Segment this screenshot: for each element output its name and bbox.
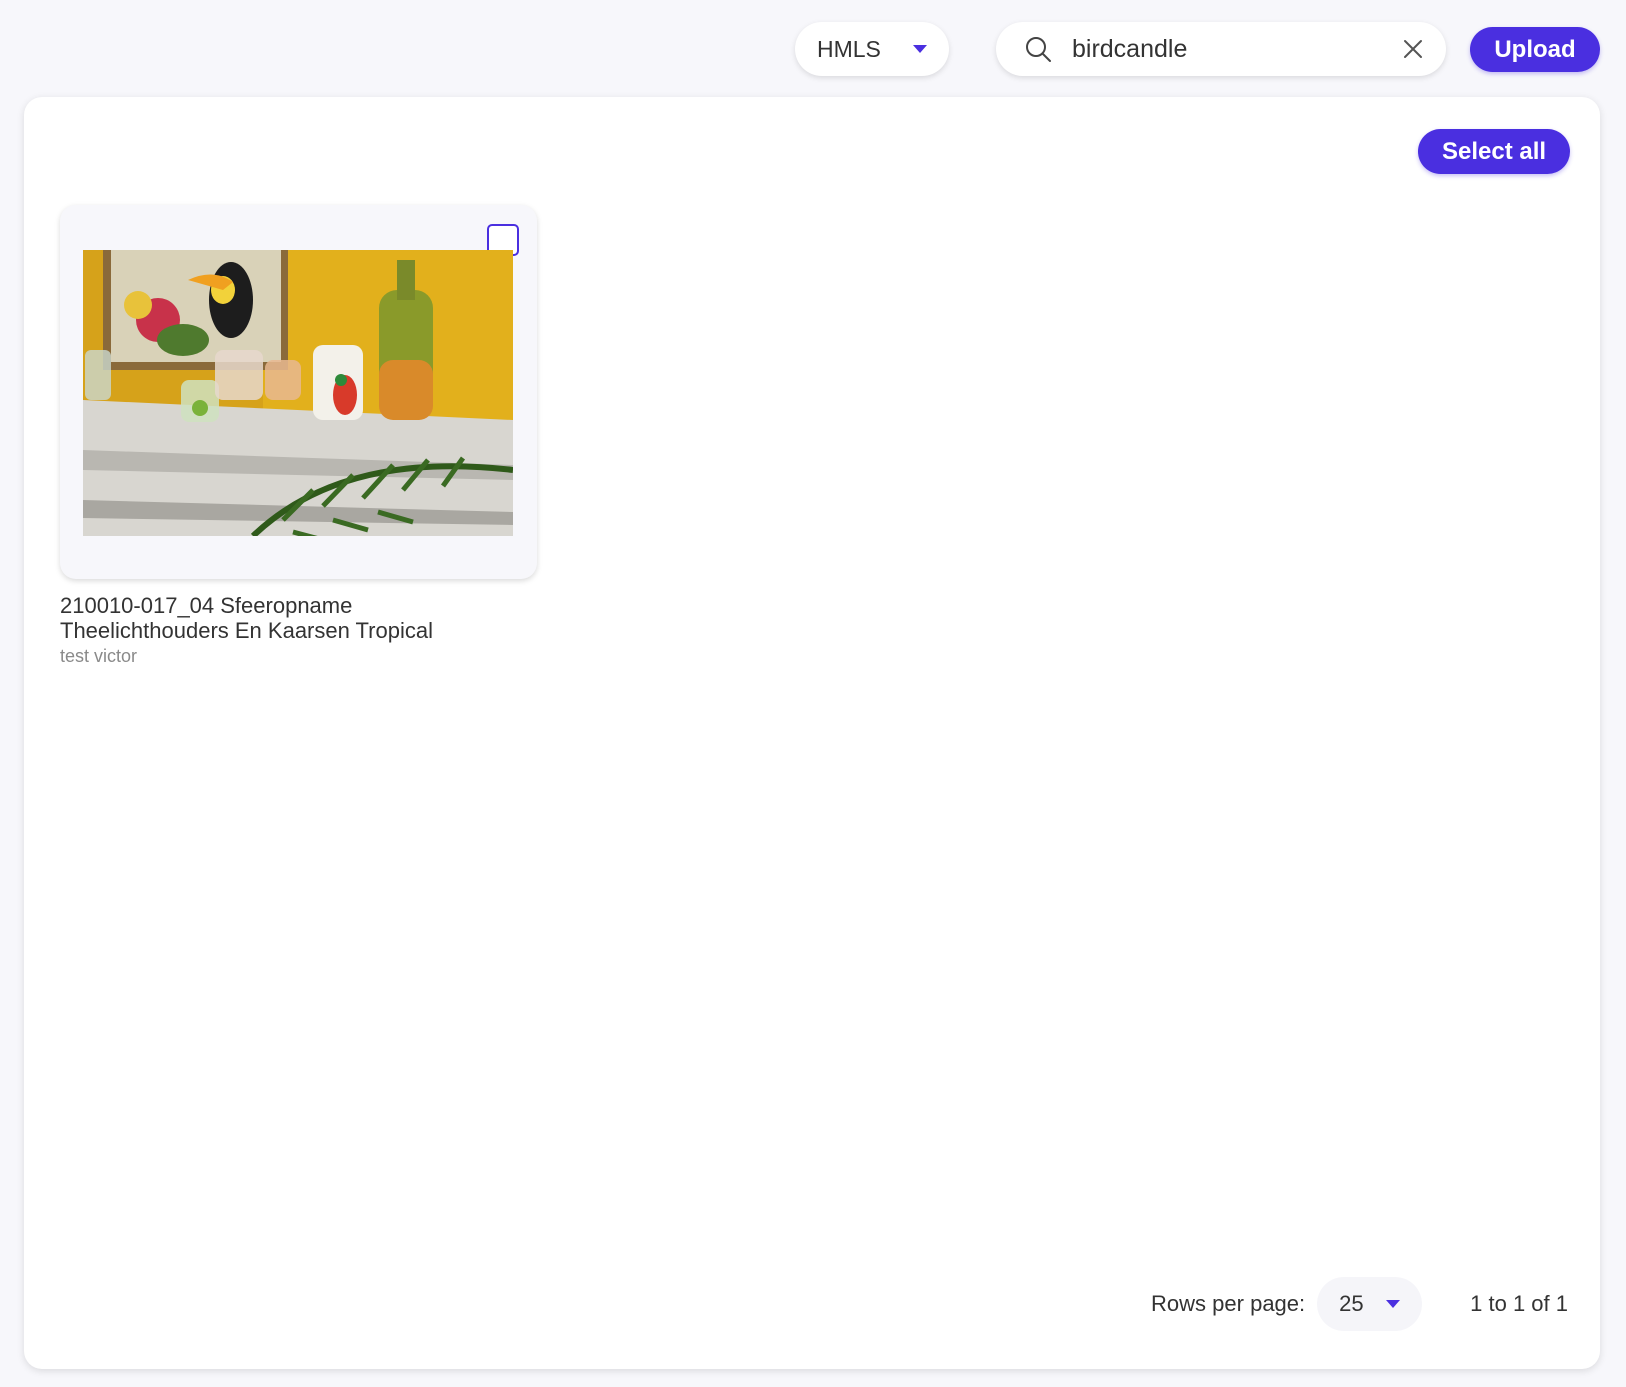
asset-thumbnail[interactable] bbox=[83, 250, 513, 536]
upload-button[interactable]: Upload bbox=[1470, 27, 1600, 72]
rows-per-page-value: 25 bbox=[1339, 1291, 1364, 1316]
rows-per-page-label: Rows per page: bbox=[1151, 1291, 1306, 1316]
chevron-down-icon bbox=[1386, 1300, 1401, 1308]
search-box bbox=[996, 22, 1446, 76]
chevron-down-icon bbox=[913, 45, 927, 53]
asset-owner: test victor bbox=[60, 646, 138, 666]
top-bar: HMLS Upload bbox=[0, 0, 1626, 96]
asset-thumbnail-image bbox=[83, 250, 513, 536]
asset-card[interactable] bbox=[60, 205, 537, 579]
assets-panel: Select all 210010-017_04 Sfeeropname The… bbox=[24, 97, 1600, 1369]
close-icon[interactable] bbox=[1402, 38, 1424, 60]
library-select-value: HMLS bbox=[817, 35, 881, 62]
select-all-button[interactable]: Select all bbox=[1418, 129, 1570, 174]
library-select[interactable]: HMLS bbox=[795, 22, 949, 76]
page-range-text: 1 to 1 of 1 bbox=[1470, 1291, 1568, 1316]
asset-title[interactable]: 210010-017_04 Sfeeropname Theelichthoude… bbox=[60, 593, 480, 643]
rows-per-page-select[interactable]: 25 bbox=[1317, 1277, 1423, 1331]
search-input[interactable] bbox=[1070, 33, 1402, 65]
pagination: Rows per page: 25 1 to 1 of 1 bbox=[1151, 1277, 1568, 1331]
search-icon bbox=[1026, 37, 1051, 62]
